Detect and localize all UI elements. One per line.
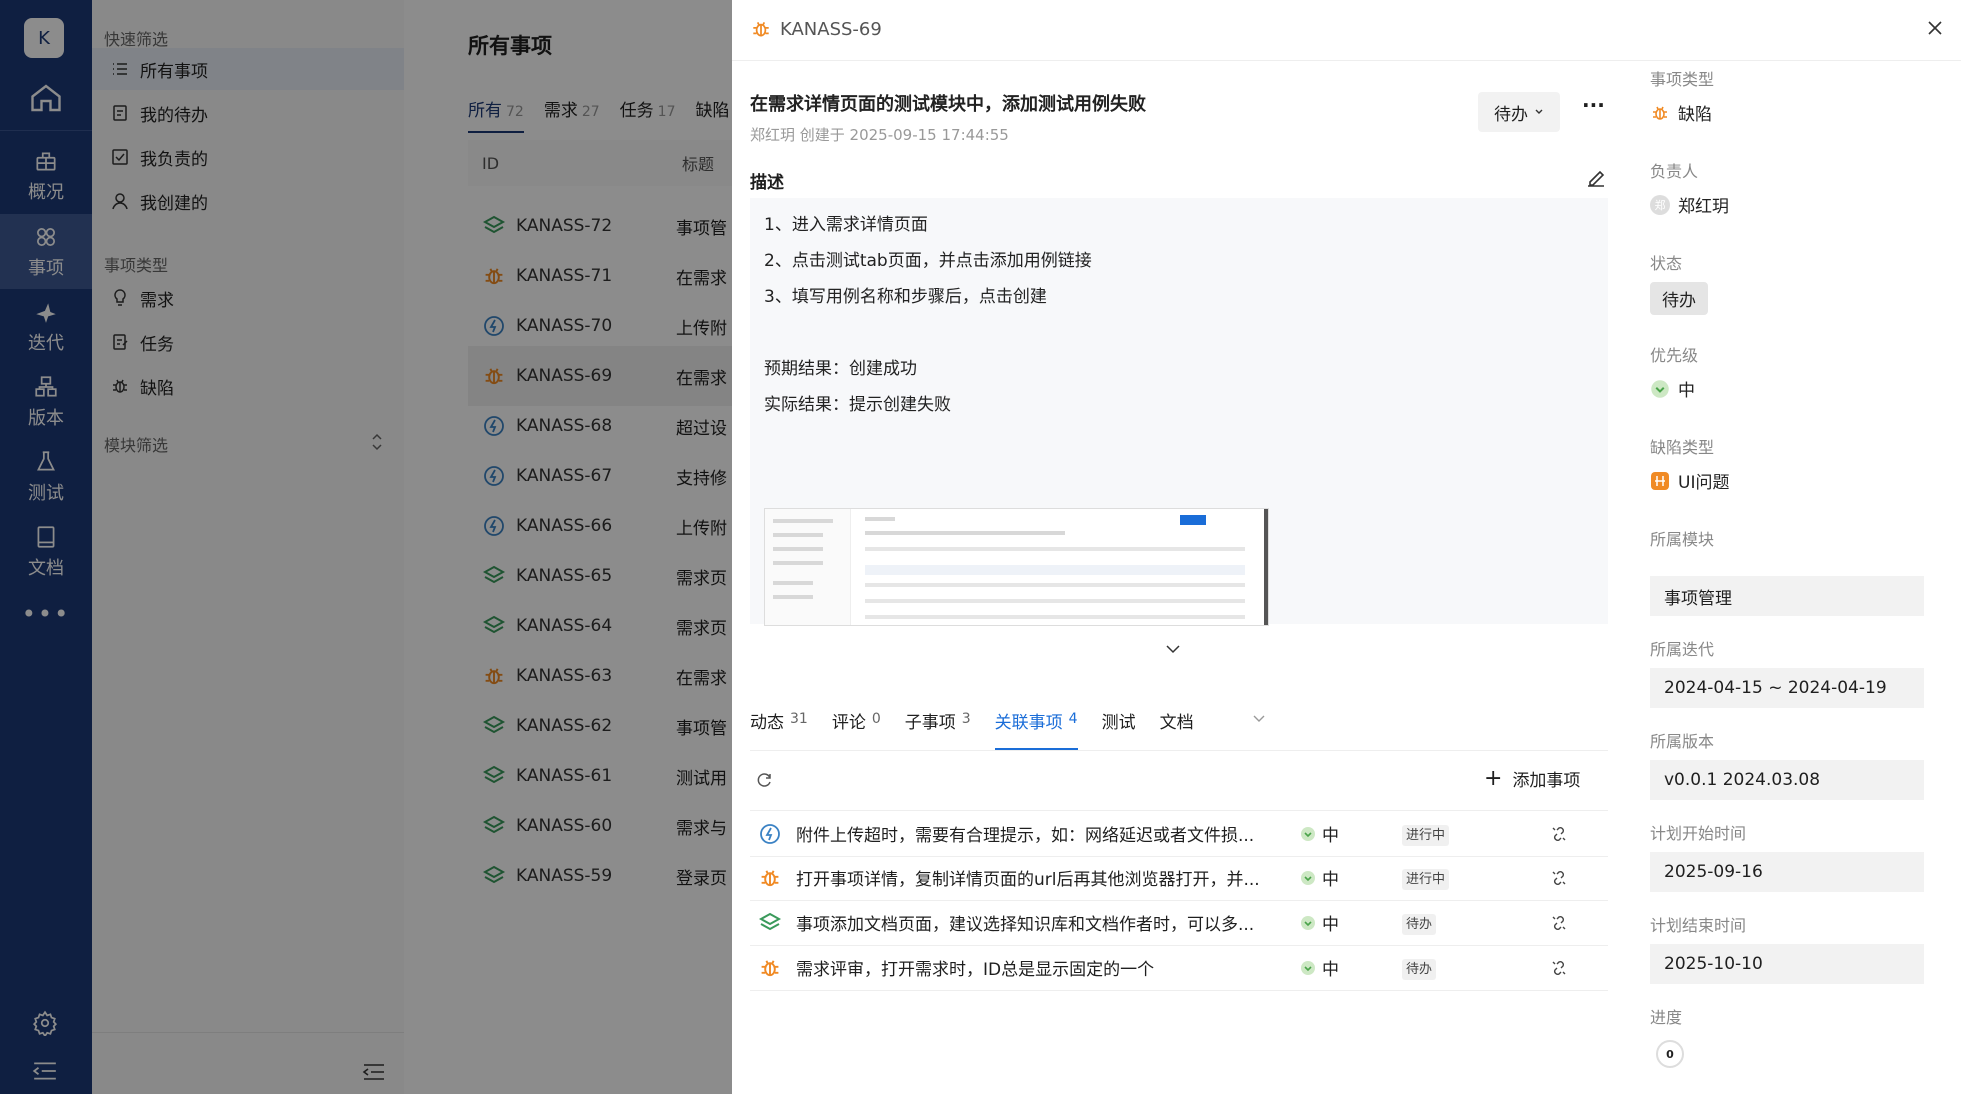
- related-item-title: 打开事项详情，复制详情页面的url后再其他浏览器打开，并...: [796, 870, 1260, 890]
- modal-overlay[interactable]: [0, 0, 732, 1094]
- field-value: 缺陷: [1678, 105, 1712, 125]
- field-sprint[interactable]: 2024-04-15 ~ 2024-04-19: [1650, 668, 1924, 708]
- bug-icon: [1653, 106, 1667, 120]
- status-badge: 待办: [1650, 282, 1708, 315]
- related-item-title: 事项添加文档页面，建议选择知识库和文档作者时，可以多...: [796, 915, 1255, 935]
- description-line: 1、进入需求详情页面: [764, 215, 928, 235]
- unlink-icon[interactable]: [1549, 868, 1569, 888]
- priority-medium-icon: [1651, 379, 1669, 398]
- tab-comments[interactable]: 评论 0: [832, 708, 881, 750]
- field-label: 计划开始时间: [1650, 824, 1747, 843]
- priority-medium-icon: [1301, 960, 1315, 975]
- field-module[interactable]: 事项管理: [1650, 576, 1924, 616]
- field-status[interactable]: 待办: [1650, 282, 1708, 315]
- issue-title: 在需求详情页面的测试模块中，添加测试用例失败: [750, 94, 1146, 115]
- description-line: 实际结果：提示创建失败: [764, 395, 951, 415]
- field-label: 所属版本: [1650, 732, 1715, 751]
- related-item-status: 待办: [1402, 913, 1522, 935]
- field-label: 缺陷类型: [1650, 438, 1715, 457]
- task-icon: [758, 822, 782, 846]
- plus-icon: +: [1484, 766, 1503, 791]
- priority-medium-icon: [1301, 915, 1315, 930]
- related-item-status: 进行中: [1402, 824, 1522, 846]
- related-item-title: 附件上传超时，需要有合理提示，如：网络延迟或者文件损...: [796, 826, 1255, 846]
- related-item-priority: 中: [1300, 910, 1400, 935]
- related-item-row[interactable]: 需求评审，打开需求时，ID总是显示固定的一个 中待办: [750, 945, 1608, 991]
- field-priority[interactable]: 中: [1650, 376, 1695, 401]
- avatar: 郑: [1650, 194, 1670, 215]
- chevron-down-icon[interactable]: [1252, 714, 1266, 724]
- description-line: 预期结果：创建成功: [764, 359, 917, 379]
- issue-meta: 郑红玥 创建于 2025-09-15 17:44:55: [750, 126, 1009, 144]
- tab-test[interactable]: 测试: [1102, 708, 1136, 750]
- related-item-priority: 中: [1300, 955, 1400, 980]
- unlink-icon[interactable]: [1549, 824, 1569, 844]
- edit-icon[interactable]: [1584, 166, 1608, 190]
- bug-icon: [758, 956, 782, 980]
- screenshot-attachment[interactable]: [764, 508, 1269, 626]
- field-label: 所属模块: [1650, 530, 1715, 549]
- progress-indicator[interactable]: 0: [1656, 1040, 1684, 1068]
- field-label: 负责人: [1650, 162, 1699, 181]
- field-plan-start[interactable]: 2025-09-16: [1650, 852, 1924, 892]
- add-related-label: 添加事项: [1512, 771, 1581, 791]
- tab-docs[interactable]: 文档: [1160, 708, 1194, 750]
- field-assignee[interactable]: 郑 郑红玥: [1650, 192, 1729, 217]
- priority-medium-icon: [1301, 870, 1315, 885]
- status-dropdown[interactable]: 待办: [1478, 92, 1560, 132]
- field-label: 状态: [1650, 254, 1683, 273]
- bug-icon: [753, 22, 769, 37]
- priority-medium-icon: [1301, 826, 1315, 841]
- add-related-button[interactable]: + 添加事项: [1484, 766, 1580, 791]
- related-item-row[interactable]: 附件上传超时，需要有合理提示，如：网络延迟或者文件损... 中进行中: [750, 810, 1608, 857]
- field-label: 事项类型: [1650, 70, 1715, 89]
- detail-tabs: 动态 31 评论 0 子事项 3 关联事项 4 测试 文档: [750, 708, 1608, 751]
- tab-related-items[interactable]: 关联事项 4: [994, 708, 1078, 750]
- field-issue-type[interactable]: 缺陷: [1650, 100, 1712, 125]
- unlink-icon[interactable]: [1549, 913, 1569, 933]
- ui-issue-icon: [1651, 471, 1669, 490]
- chevron-down-icon: [1535, 109, 1543, 114]
- issue-key-text: KANASS-69: [780, 18, 882, 40]
- field-label: 所属迭代: [1650, 640, 1715, 659]
- field-value: 郑红玥: [1678, 197, 1729, 217]
- issue-key: KANASS-69: [750, 18, 882, 40]
- field-value: 中: [1678, 381, 1695, 401]
- unlink-icon[interactable]: [1549, 958, 1569, 978]
- field-label: 计划结束时间: [1650, 916, 1747, 935]
- status-text: 待办: [1494, 104, 1528, 125]
- tab-activity[interactable]: 动态 31: [750, 708, 808, 750]
- field-label: 优先级: [1650, 346, 1699, 365]
- more-actions-button[interactable]: ···: [1582, 95, 1606, 124]
- close-icon[interactable]: [1925, 18, 1945, 38]
- field-label: 进度: [1650, 1008, 1683, 1027]
- bug-icon: [758, 866, 782, 890]
- drawer-header: KANASS-69: [732, 0, 1961, 61]
- description-line: 3、填写用例名称和步骤后，点击创建: [764, 287, 1047, 307]
- field-plan-end[interactable]: 2025-10-10: [1650, 944, 1924, 984]
- description-content[interactable]: 1、进入需求详情页面 2、点击测试tab页面，并点击添加用例链接 3、填写用例名…: [750, 198, 1608, 626]
- expand-description-icon[interactable]: [1164, 642, 1182, 656]
- requirement-icon: [758, 911, 782, 935]
- related-item-priority: 中: [1300, 865, 1400, 890]
- field-defect-type[interactable]: UI问题: [1650, 468, 1729, 493]
- field-value: UI问题: [1678, 473, 1730, 493]
- related-item-row[interactable]: 事项添加文档页面，建议选择知识库和文档作者时，可以多... 中待办: [750, 900, 1608, 946]
- related-item-row[interactable]: 打开事项详情，复制详情页面的url后再其他浏览器打开，并... 中进行中: [750, 855, 1608, 901]
- related-item-priority: 中: [1300, 821, 1400, 846]
- field-version[interactable]: v0.0.1 2024.03.08: [1650, 760, 1924, 800]
- related-item-status: 待办: [1402, 958, 1522, 980]
- related-item-status: 进行中: [1402, 868, 1522, 890]
- description-label: 描述: [750, 173, 784, 193]
- related-item-title: 需求评审，打开需求时，ID总是显示固定的一个: [796, 960, 1155, 980]
- refresh-icon[interactable]: [754, 770, 774, 790]
- tab-subitems[interactable]: 子事项 3: [905, 708, 971, 750]
- issue-detail-drawer: KANASS-69 在需求详情页面的测试模块中，添加测试用例失败 郑红玥 创建于…: [732, 0, 1961, 1094]
- description-line: 2、点击测试tab页面，并点击添加用例链接: [764, 251, 1092, 271]
